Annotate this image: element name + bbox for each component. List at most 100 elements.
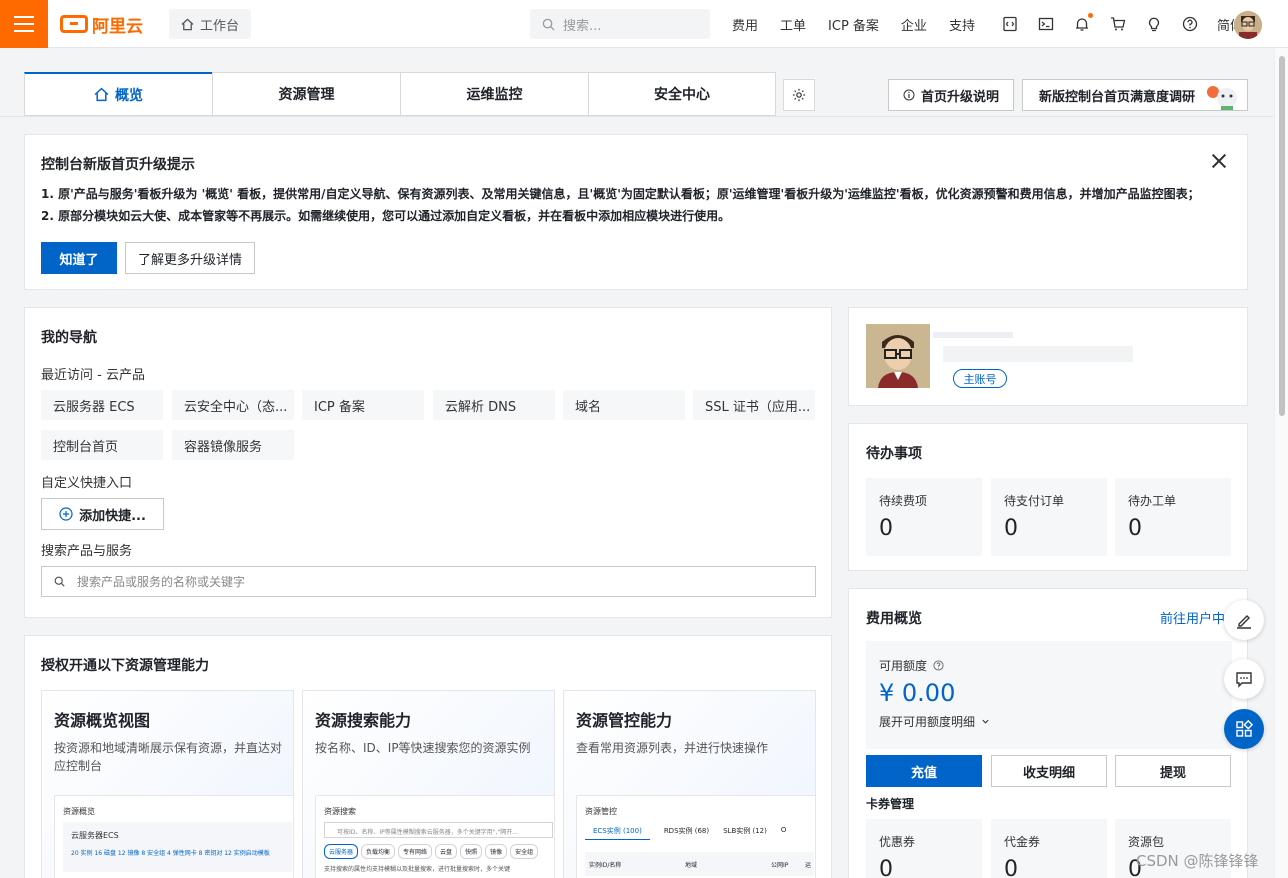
close-icon[interactable]: [1211, 153, 1227, 169]
stat-value: 0: [1128, 516, 1142, 541]
withdraw-button[interactable]: 提现: [1115, 755, 1231, 787]
quota-box: 可用额度 ¥ 0.00 展开可用额度明细: [866, 641, 1232, 749]
nav-icp-link[interactable]: ICP 备案: [828, 15, 879, 34]
recharge-button[interactable]: 充值: [866, 755, 982, 787]
quota-label-row: 可用额度: [879, 657, 944, 674]
feature-resource-search[interactable]: 资源搜索能力 按名称、ID、IP等快速搜索您的资源实例 资源搜索 可按ID、名称…: [302, 690, 555, 878]
got-it-button[interactable]: 知道了: [41, 242, 117, 274]
nav-enterprise-link[interactable]: 企业: [901, 15, 927, 34]
preview-col: 实例ID/名称: [589, 862, 622, 869]
fee-overview-card: 费用概览 前往用户中心 可用额度 ¥ 0.00 展开可用额度明细 充值 收支明细…: [848, 588, 1248, 878]
notice-line-1: 1. 原'产品与服务'看板升级为 '概览' 看板，提供常用/自定义导航、保有资源…: [41, 187, 1200, 201]
global-search[interactable]: 搜索...: [530, 9, 710, 39]
preview-col: 运: [805, 862, 812, 869]
apps-float-button[interactable]: [1224, 709, 1264, 749]
user-avatar[interactable]: [1234, 11, 1262, 39]
recent-item-domain[interactable]: 域名: [563, 390, 685, 420]
quota-label: 可用额度: [879, 659, 928, 673]
tab-security-center[interactable]: 安全中心: [588, 72, 776, 116]
global-search-placeholder: 搜索...: [563, 18, 602, 34]
tab-settings-button[interactable]: [783, 79, 815, 111]
product-search-input[interactable]: 搜索产品或服务的名称或关键字: [41, 566, 816, 597]
feature-resource-overview[interactable]: 资源概览视图 按资源和地域清晰展示保有资源，并直达对应控制台 资源概览 云服务器…: [41, 690, 294, 878]
todo-unpaid-orders[interactable]: 待支付订单 0: [991, 478, 1107, 556]
help-icon[interactable]: [933, 660, 944, 671]
feature-desc: 按名称、ID、IP等快速搜索您的资源实例: [315, 741, 531, 755]
preview-tab: O: [780, 826, 787, 834]
terminal-icon[interactable]: [1037, 15, 1055, 33]
billing-details-button[interactable]: 收支明细: [991, 755, 1107, 787]
learn-more-button[interactable]: 了解更多升级详情: [125, 242, 255, 274]
quota-amount: ¥ 0.00: [879, 679, 956, 707]
stat-label: 代金券: [1004, 835, 1041, 849]
recent-item-icp[interactable]: ICP 备案: [302, 390, 424, 420]
tab-resource-management[interactable]: 资源管理: [212, 72, 400, 116]
stat-value: 0: [1004, 516, 1018, 541]
feature-preview: 资源搜索 可按ID、名称、IP等属性模糊搜索云服务器，多个关键字用","隔开..…: [315, 795, 554, 878]
nav-support-link[interactable]: 支持: [949, 15, 975, 34]
tab-ops-monitoring[interactable]: 运维监控: [400, 72, 588, 116]
chat-float-button[interactable]: [1224, 659, 1264, 699]
preview-title: 资源概览: [63, 807, 95, 816]
preview-note: 支持搜索的属性均支持模糊以及批量搜索，进行批量搜索时，多个关键: [324, 866, 511, 873]
recent-item-console-home[interactable]: 控制台首页: [41, 430, 163, 460]
preview-tag: 安全组: [510, 844, 539, 859]
home-icon: [181, 18, 194, 30]
recent-item-ssl[interactable]: SSL 证书（应用...: [693, 390, 815, 420]
preview-tag: 云盘: [435, 844, 458, 859]
edit-float-button[interactable]: [1224, 600, 1264, 640]
tab-label: 安全中心: [654, 87, 710, 103]
bell-icon[interactable]: [1073, 13, 1093, 33]
nav-title: 我的导航: [41, 330, 97, 346]
expand-quota-label: 展开可用额度明细: [879, 715, 976, 729]
logo-mark-icon: [60, 15, 88, 33]
recent-label: 最近访问 - 云产品: [41, 368, 145, 383]
feature-title: 资源概览视图: [54, 711, 151, 730]
preview-search-text: 可按ID、名称、IP等属性模糊搜索云服务器，多个关键字用","隔开...: [337, 829, 518, 836]
tab-label: 资源管理: [278, 87, 335, 103]
voucher-stat[interactable]: 代金券 0: [991, 819, 1107, 878]
todo-tickets[interactable]: 待办工单 0: [1115, 478, 1231, 556]
tab-label: 概览: [115, 87, 143, 104]
stat-label: 优惠券: [879, 835, 916, 849]
aliyun-logo[interactable]: 阿里云: [60, 12, 143, 37]
tab-overview[interactable]: 概览: [24, 72, 212, 116]
recent-item-security-center[interactable]: 云安全中心（态...: [172, 390, 294, 420]
top-nav: 费用 工单 ICP 备案 企业 支持 简体: [732, 0, 1265, 48]
nav-ticket-link[interactable]: 工单: [780, 15, 806, 34]
code-icon[interactable]: [1001, 15, 1019, 33]
cart-icon[interactable]: [1109, 15, 1127, 33]
profile-avatar: [866, 324, 930, 388]
upgrade-info-button[interactable]: 首页升级说明: [888, 79, 1014, 111]
lightbulb-icon[interactable]: [1145, 15, 1163, 33]
notification-dot: [1087, 13, 1093, 18]
preview-title: 资源管控: [585, 807, 617, 816]
recent-item-container-registry[interactable]: 容器镜像服务: [172, 430, 294, 460]
product-search-placeholder: 搜索产品或服务的名称或关键字: [77, 575, 246, 589]
feature-resource-control[interactable]: 资源管控能力 查看常用资源列表，并进行快速操作 资源管控 ECS实例 (100)…: [563, 690, 816, 878]
survey-label: 新版控制台首页满意度调研: [1039, 89, 1196, 105]
coupon-stat[interactable]: 优惠券 0: [866, 819, 982, 878]
scrollbar-thumb[interactable]: [1279, 56, 1285, 416]
upgrade-info-label: 首页升级说明: [920, 89, 999, 105]
todo-renewal[interactable]: 待续费项 0: [866, 478, 982, 556]
notice-line-2: 2. 原部分模块如云大使、成本管家等不再展示。如需继续使用，您可以通过添加自定义…: [41, 209, 731, 223]
recent-item-ecs[interactable]: 云服务器 ECS: [41, 390, 163, 420]
add-shortcut-button[interactable]: 添加快捷...: [41, 498, 164, 530]
feature-desc: 查看常用资源列表，并进行快速操作: [576, 741, 769, 755]
preview-table-head: 实例ID/名称 地域 公网IP 运: [585, 852, 814, 876]
workbench-button[interactable]: 工作台: [169, 9, 251, 39]
chat-icon: [1236, 672, 1252, 688]
profile-card: 主账号: [848, 307, 1248, 406]
expand-quota[interactable]: 展开可用额度明细: [879, 713, 990, 730]
survey-button[interactable]: 新版控制台首页满意度调研: [1022, 79, 1248, 111]
recent-item-dns[interactable]: 云解析 DNS: [433, 390, 555, 420]
custom-shortcut-label: 自定义快捷入口: [41, 476, 133, 491]
chevron-down-icon: [982, 719, 989, 724]
nav-fee-link[interactable]: 费用: [732, 15, 758, 34]
page-scrollbar[interactable]: [1274, 48, 1288, 878]
stat-value: 0: [879, 516, 893, 541]
help-icon[interactable]: [1181, 15, 1199, 33]
menu-icon[interactable]: [0, 0, 48, 48]
info-icon: [903, 89, 915, 101]
